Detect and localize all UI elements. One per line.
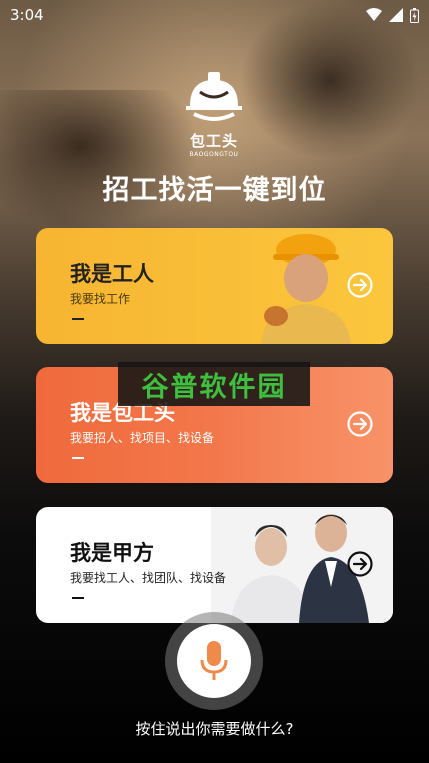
mic-button-inner[interactable] (177, 624, 251, 698)
card-dash (72, 457, 84, 459)
wifi-icon (366, 8, 382, 21)
watermark-overlay: 谷普软件园 (118, 362, 310, 406)
arrow-right-circle-icon[interactable] (347, 551, 373, 577)
worker-photo (261, 234, 351, 344)
status-icons (366, 7, 419, 23)
card-title: 我是甲方 (70, 541, 154, 565)
status-bar: 3:04 (0, 0, 429, 30)
slogan: 招工找活一键到位 (102, 175, 327, 206)
card-subtitle: 我要招人、找项目、找设备 (70, 431, 215, 445)
logo-name: 包工头 (189, 132, 238, 150)
voice-input-button[interactable] (165, 612, 263, 710)
construction-worker-silhouette (0, 90, 200, 230)
app-logo: 包工头 BAOGONGTOU (184, 72, 244, 158)
card-dash (72, 597, 84, 599)
worker-role-card[interactable]: 我是工人 我要找工作 (36, 228, 393, 344)
microphone-icon (200, 641, 228, 680)
signal-icon (389, 8, 403, 22)
hard-hat-icon (186, 72, 242, 121)
client-role-card[interactable]: 我是甲方 我要找工人、找团队、找设备 (36, 507, 393, 623)
card-dash (72, 318, 84, 320)
arrow-right-circle-icon[interactable] (347, 272, 373, 298)
battery-icon (410, 7, 419, 23)
status-time: 3:04 (10, 6, 44, 24)
card-subtitle: 我要找工人、找团队、找设备 (70, 571, 227, 585)
card-subtitle: 我要找工作 (70, 292, 131, 306)
arrow-right-circle-icon[interactable] (347, 411, 373, 437)
logo-pinyin: BAOGONGTOU (189, 151, 239, 158)
voice-hint-text: 按住说出你需要做什么? (135, 720, 294, 738)
card-title: 我是工人 (70, 262, 154, 286)
